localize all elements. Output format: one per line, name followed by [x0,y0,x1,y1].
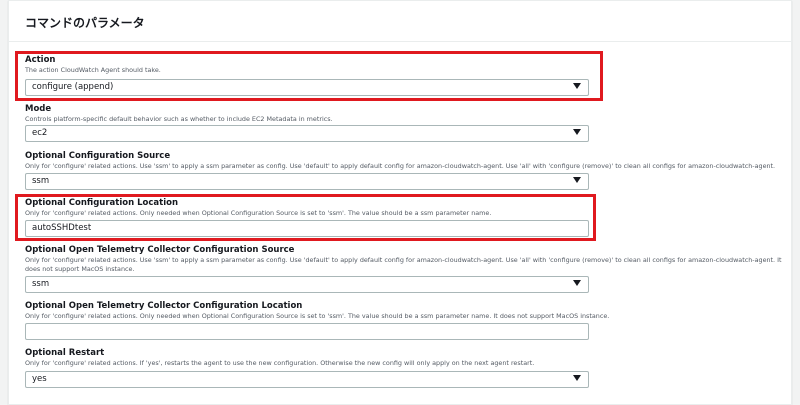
field-config-location: Optional Configuration Location Only for… [25,198,785,237]
mode-label: Mode [25,104,52,114]
restart-label: Optional Restart [25,348,105,358]
config-source-select-value: ssm [32,176,50,186]
config-location-label: Optional Configuration Location [25,198,179,208]
mode-select-value: ec2 [32,128,48,138]
caret-down-icon [573,280,581,286]
otel-source-description: Only for 'configure' related actions. Us… [25,256,782,273]
field-otel-source: Optional Open Telemetry Collector Config… [25,245,785,293]
caret-down-icon [573,375,581,381]
otel-source-select[interactable]: ssm [25,276,589,293]
action-label: Action [25,55,56,65]
action-select-value: configure (append) [32,82,114,92]
action-description: The action CloudWatch Agent should take. [25,66,161,74]
field-config-source: Optional Configuration Source Only for '… [25,151,785,190]
config-location-input-value: autoSSHDtest [32,223,92,233]
command-parameters-panel: コマンドのパラメータ Action The action CloudWatch … [8,0,792,405]
config-location-description: Only for 'configure' related actions. On… [25,209,492,217]
mode-description: Controls platform-specific default behav… [25,115,333,123]
caret-down-icon [573,177,581,183]
otel-location-description: Only for 'configure' related actions. On… [25,312,610,320]
restart-select[interactable]: yes [25,371,589,388]
field-mode: Mode Controls platform-specific default … [25,104,785,142]
mode-select[interactable]: ec2 [25,125,589,142]
config-source-label: Optional Configuration Source [25,151,171,161]
config-location-input[interactable]: autoSSHDtest [25,220,589,237]
otel-location-label: Optional Open Telemetry Collector Config… [25,301,303,311]
config-source-description: Only for 'configure' related actions. Us… [25,162,776,170]
otel-source-label: Optional Open Telemetry Collector Config… [25,245,295,255]
restart-select-value: yes [32,374,47,384]
restart-description: Only for 'configure' related actions. If… [25,359,535,367]
field-otel-location: Optional Open Telemetry Collector Config… [25,301,785,340]
caret-down-icon [573,129,581,135]
otel-location-input[interactable] [25,323,589,340]
action-select[interactable]: configure (append) [25,79,589,96]
field-action: Action The action CloudWatch Agent shoul… [25,55,785,96]
otel-source-select-value: ssm [32,279,50,289]
config-source-select[interactable]: ssm [25,173,589,190]
panel-header: コマンドのパラメータ [9,1,791,42]
panel-title: コマンドのパラメータ [25,16,145,30]
caret-down-icon [573,83,581,89]
field-restart: Optional Restart Only for 'configure' re… [25,348,785,388]
